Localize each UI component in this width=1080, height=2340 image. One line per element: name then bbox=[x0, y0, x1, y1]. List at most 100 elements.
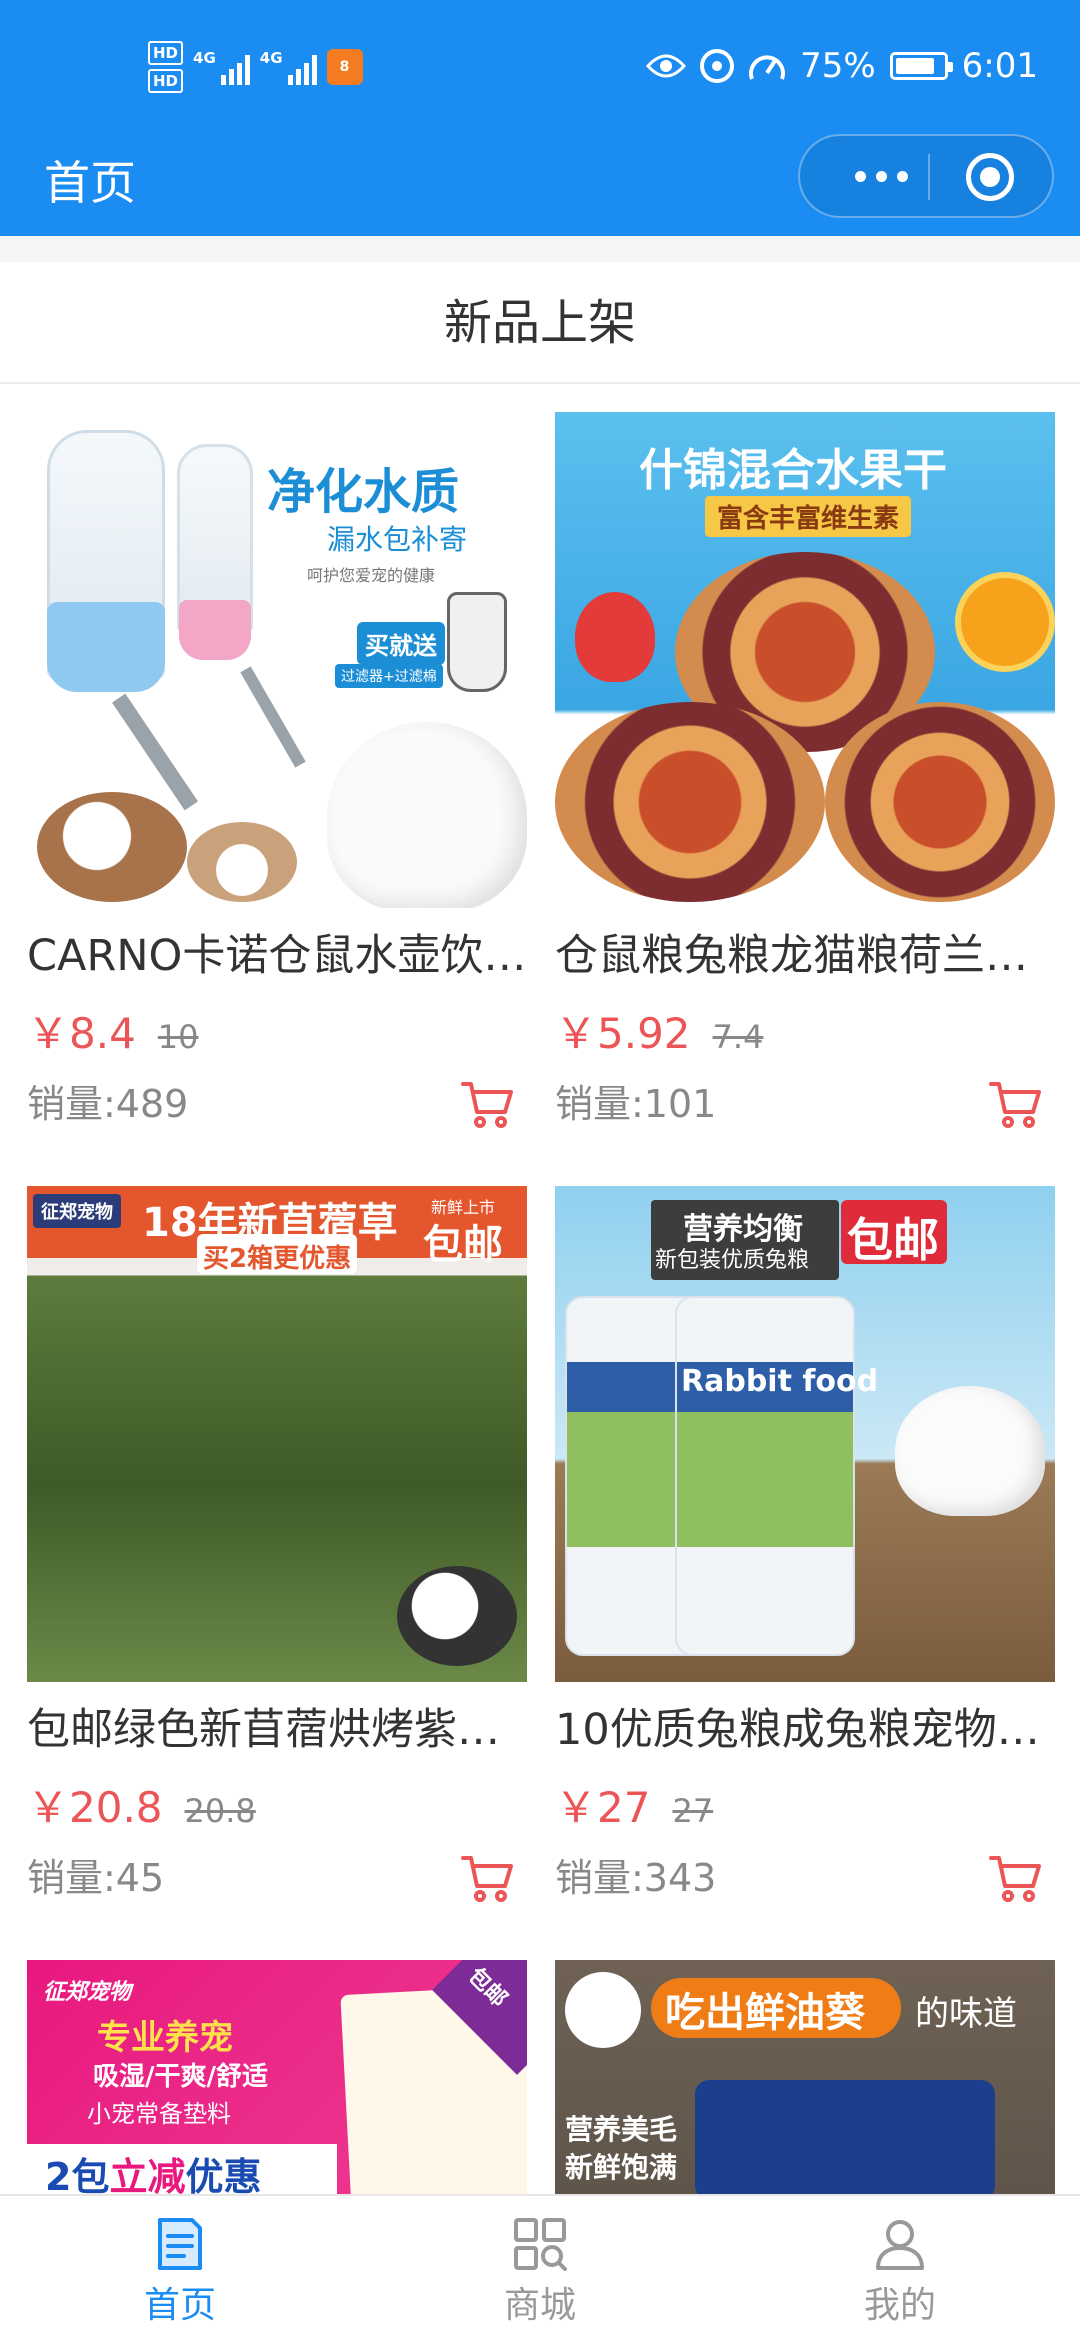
cart-icon[interactable] bbox=[989, 1852, 1043, 1904]
image-promo: 2包立减优惠 bbox=[45, 2146, 261, 2194]
tab-bar: 首页 商城 我的 bbox=[0, 2194, 1080, 2340]
page-title: 首页 bbox=[44, 156, 136, 210]
product-image[interactable]: 吃出鲜油葵 的味道 营养美毛 新鲜饱满 bbox=[555, 1960, 1055, 2194]
image-subtitle: 吸湿/干爽/舒适 bbox=[93, 2062, 268, 2092]
water-bottle-base-shape bbox=[47, 602, 165, 692]
image-small-text: 小宠常备垫料 bbox=[87, 2100, 231, 2128]
orange-shape bbox=[955, 572, 1055, 672]
app-notification-icon: 8 bbox=[326, 49, 363, 85]
dot-icon bbox=[854, 170, 866, 182]
bag-label: Rabbit food bbox=[681, 1364, 879, 1399]
fruit-plate-shape bbox=[825, 702, 1055, 902]
image-brand: 征郑宠物 bbox=[33, 1194, 121, 1228]
sales-row: 销量:343 bbox=[555, 1848, 1055, 1908]
product-image[interactable]: 营养均衡 新包装优质兔粮 包邮 Rabbit food bbox=[555, 1186, 1055, 1682]
cart-icon[interactable] bbox=[989, 1078, 1043, 1130]
price-row: ￥8.4 10 bbox=[27, 1000, 527, 1060]
product-card[interactable]: 什锦混合水果干 富含丰富维生素 仓鼠粮兔粮龙猫粮荷兰猪零食 ￥5.92 7.4 … bbox=[555, 412, 1055, 1134]
rabbit-shape bbox=[327, 722, 527, 908]
dot-icon bbox=[875, 170, 887, 182]
product-grid: 净化水质 漏水包补寄 呵护您爱宠的健康 买就送 过滤器+过滤棉 CARNO卡诺仓… bbox=[0, 384, 1080, 2194]
tab-home[interactable]: 首页 bbox=[0, 2196, 360, 2340]
image-badge-sub: 过滤器+过滤棉 bbox=[335, 664, 443, 688]
product-name[interactable]: CARNO卡诺仓鼠水壶饮水器 bbox=[27, 926, 527, 986]
image-small-text: 呵护您爱宠的健康 bbox=[307, 566, 436, 585]
filter-shape bbox=[447, 592, 507, 692]
image-brand: 征郑宠物 bbox=[43, 1980, 132, 2005]
image-promo-prefix: 2包 bbox=[45, 2155, 110, 2194]
product-original-price: 7.4 bbox=[712, 1018, 764, 1056]
tab-mall-label: 商城 bbox=[503, 2285, 576, 2326]
product-price: ￥5.92 bbox=[555, 1009, 691, 1058]
image-promo-suffix: 优惠 bbox=[185, 2155, 262, 2194]
tab-home-label: 首页 bbox=[143, 2285, 216, 2326]
product-card[interactable]: 吃出鲜油葵 的味道 营养美毛 新鲜饱满 bbox=[555, 1960, 1055, 2194]
product-original-price: 20.8 bbox=[184, 1792, 256, 1830]
product-price: ￥27 bbox=[555, 1783, 651, 1832]
product-price: ￥20.8 bbox=[27, 1783, 163, 1832]
product-original-price: 10 bbox=[157, 1018, 199, 1056]
dot-icon bbox=[896, 170, 908, 182]
product-card[interactable]: 营养均衡 新包装优质兔粮 包邮 Rabbit food 10优质兔粮成兔粮宠物兔… bbox=[555, 1186, 1055, 1908]
user-icon bbox=[876, 2220, 924, 2270]
status-bar: HD HD 4G 4G 8 75% 6:01 bbox=[0, 0, 1080, 134]
seed-jar-shape bbox=[695, 2080, 995, 2194]
product-card[interactable]: 征郑宠物 18年新苜蓿草 买2箱更优惠 新鲜上市 包邮 包邮绿色新苜蓿烘烤紫花苜… bbox=[27, 1186, 527, 1908]
product-card[interactable]: 征郑宠物 专业养宠 吸湿/干爽/舒适 小宠常备垫料 2包立减优惠 包邮 bbox=[27, 1960, 527, 2194]
section-title: 新品上架 bbox=[0, 262, 1080, 384]
net1-label: 4G bbox=[193, 49, 216, 67]
bottle-tube-shape bbox=[240, 666, 306, 768]
product-sales: 销量:45 bbox=[27, 1856, 165, 1900]
image-tag: 包邮 bbox=[423, 1222, 503, 1268]
image-promo-mid: 立减 bbox=[109, 2155, 186, 2194]
product-image[interactable]: 净化水质 漏水包补寄 呵护您爱宠的健康 买就送 过滤器+过滤棉 bbox=[27, 412, 527, 908]
image-headline: 净化水质 bbox=[267, 464, 460, 520]
close-target-icon[interactable] bbox=[966, 153, 1014, 201]
brand-logo-icon bbox=[565, 1972, 641, 2048]
image-subtitle: 富含丰富维生素 bbox=[705, 496, 912, 537]
product-name[interactable]: 包邮绿色新苜蓿烘烤紫花苜蓿草 bbox=[27, 1700, 527, 1760]
signal-1-icon: 4G bbox=[193, 49, 250, 85]
product-price: ￥8.4 bbox=[27, 1009, 136, 1058]
status-right: 75% 6:01 bbox=[646, 40, 1038, 92]
product-image[interactable]: 征郑宠物 18年新苜蓿草 买2箱更优惠 新鲜上市 包邮 bbox=[27, 1186, 527, 1682]
capsule-divider bbox=[928, 154, 930, 200]
top-bar: HD HD 4G 4G 8 75% 6:01 首页 bbox=[0, 0, 1080, 236]
hd-indicators: HD HD bbox=[148, 41, 184, 93]
cart-icon[interactable] bbox=[461, 1852, 515, 1904]
product-name[interactable]: 仓鼠粮兔粮龙猫粮荷兰猪零食 bbox=[555, 926, 1055, 986]
strawberry-shape bbox=[575, 592, 655, 682]
more-button[interactable] bbox=[838, 136, 924, 216]
miniprogram-capsule bbox=[798, 134, 1054, 218]
product-sales: 销量:343 bbox=[555, 1856, 717, 1900]
clock: 6:01 bbox=[961, 46, 1038, 86]
water-bottle-base-shape bbox=[179, 600, 251, 660]
hd1-badge: HD bbox=[148, 41, 184, 65]
product-sales: 销量:489 bbox=[27, 1082, 189, 1126]
cart-icon[interactable] bbox=[461, 1078, 515, 1130]
product-sales: 销量:101 bbox=[555, 1082, 717, 1126]
hd2-badge: HD bbox=[148, 69, 184, 93]
image-tag: 包邮 bbox=[847, 1213, 939, 1267]
price-row: ￥5.92 7.4 bbox=[555, 1000, 1055, 1060]
battery-percent: 75% bbox=[800, 46, 876, 86]
price-row: ￥27 27 bbox=[555, 1774, 1055, 1834]
image-headline: 什锦混合水果干 bbox=[639, 445, 947, 496]
image-headline-suffix: 的味道 bbox=[915, 1994, 1017, 2034]
home-doc-icon bbox=[158, 2218, 202, 2270]
product-card[interactable]: 净化水质 漏水包补寄 呵护您爱宠的健康 买就送 过滤器+过滤棉 CARNO卡诺仓… bbox=[27, 412, 527, 1134]
tab-profile[interactable]: 我的 bbox=[720, 2196, 1080, 2340]
product-image[interactable]: 什锦混合水果干 富含丰富维生素 bbox=[555, 412, 1055, 908]
rabbit-shape bbox=[895, 1386, 1045, 1516]
speed-icon bbox=[749, 55, 786, 80]
product-image[interactable]: 征郑宠物 专业养宠 吸湿/干爽/舒适 小宠常备垫料 2包立减优惠 包邮 bbox=[27, 1960, 527, 2194]
battery-icon bbox=[889, 52, 953, 80]
fruit-plate-shape bbox=[555, 702, 825, 902]
image-subtitle-1: 营养美毛 bbox=[565, 2113, 678, 2146]
net2-label: 4G bbox=[259, 49, 283, 67]
hamster-shape bbox=[187, 822, 297, 902]
product-name[interactable]: 10优质兔粮成兔粮宠物兔子饲料 bbox=[555, 1700, 1055, 1760]
price-row: ￥20.8 20.8 bbox=[27, 1774, 527, 1834]
tab-mall[interactable]: 商城 bbox=[360, 2196, 720, 2340]
tab-profile-label: 我的 bbox=[863, 2285, 936, 2326]
